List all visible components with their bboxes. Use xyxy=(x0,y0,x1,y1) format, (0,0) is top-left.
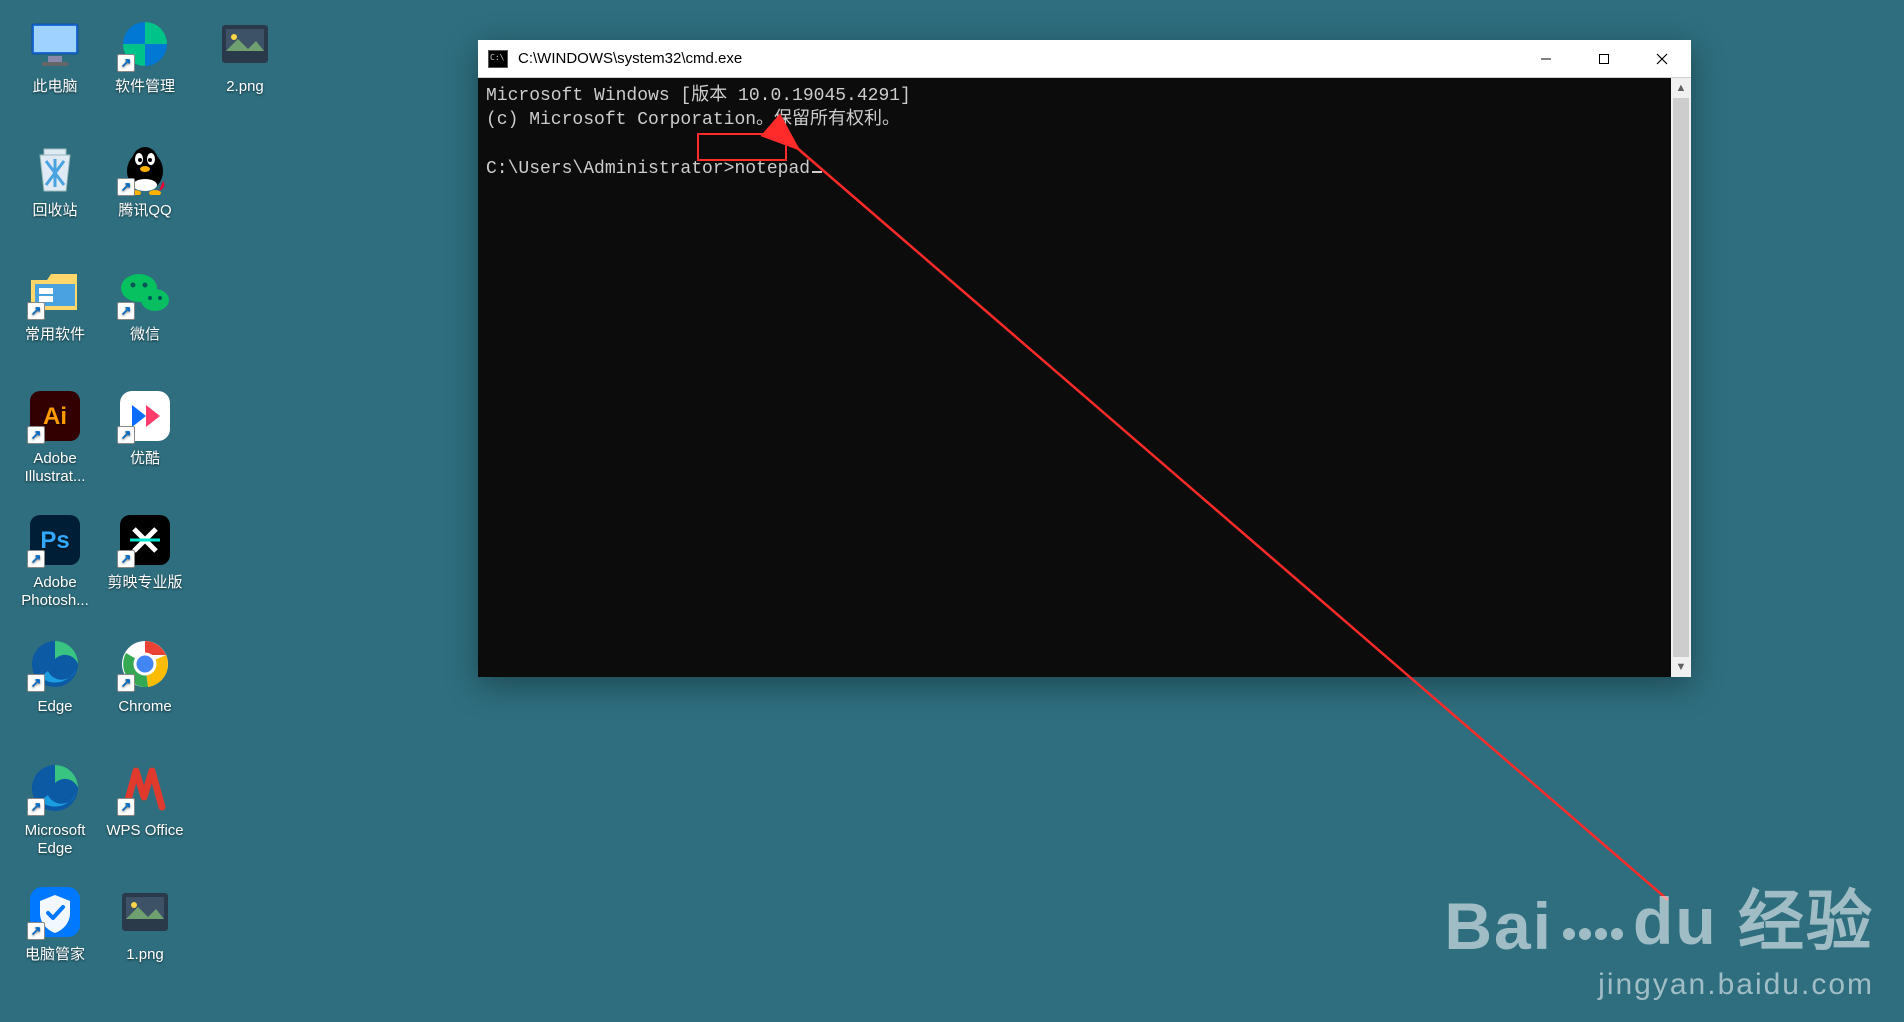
desktop-icon-recycle-bin[interactable]: 回收站 xyxy=(10,140,100,220)
desktop-icon-label: 1.png xyxy=(126,946,164,964)
desktop-icon-pc-manager[interactable]: ↗ 电脑管家 xyxy=(10,884,100,964)
desktop-icon-adobe-illustrator[interactable]: Ai↗ Adobe Illustrat... xyxy=(10,388,100,486)
desktop-icon-wechat[interactable]: ↗ 微信 xyxy=(100,264,190,344)
maximize-icon xyxy=(1598,53,1610,65)
common-software-icon: ↗ xyxy=(27,264,83,320)
cmd-scrollbar[interactable]: ▲ ▼ xyxy=(1671,78,1691,677)
desktop-icon-chrome[interactable]: ↗ Chrome xyxy=(100,636,190,716)
desktop-icon-label: 回收站 xyxy=(32,202,77,220)
desktop-icon-edge[interactable]: ↗ Edge xyxy=(10,636,100,716)
cmd-typed-command: notepad xyxy=(734,159,810,179)
close-icon xyxy=(1656,53,1668,65)
cmd-body[interactable]: Microsoft Windows [版本 10.0.19045.4291] (… xyxy=(478,78,1691,677)
desktop-icon-jianying-pro[interactable]: ↗ 剪映专业版 xyxy=(100,512,190,592)
adobe-photoshop-icon: Ps↗ xyxy=(27,512,83,568)
desktop-icon-this-pc[interactable]: 此电脑 xyxy=(10,16,100,96)
cmd-titlebar[interactable]: C:\WINDOWS\system32\cmd.exe xyxy=(478,40,1691,78)
desktop-icon-label: Adobe Illustrat... xyxy=(10,450,100,486)
desktop-icon-label: 电脑管家 xyxy=(25,946,85,964)
scroll-down-button[interactable]: ▼ xyxy=(1671,657,1691,677)
watermark-text2: du 经验 xyxy=(1633,868,1874,964)
wps-office-icon: ↗ xyxy=(117,760,173,816)
scroll-thumb[interactable] xyxy=(1673,98,1689,657)
desktop-icon-tencent-qq[interactable]: ↗ 腾讯QQ xyxy=(100,140,190,220)
paw-icon xyxy=(1563,928,1623,940)
chrome-icon: ↗ xyxy=(117,636,173,692)
cmd-icon xyxy=(488,50,508,68)
scroll-up-button[interactable]: ▲ xyxy=(1671,78,1691,98)
cmd-output-line2: (c) Microsoft Corporation。保留所有权利。 xyxy=(486,108,1683,132)
this-pc-icon xyxy=(27,16,83,72)
desktop-icon-adobe-photoshop[interactable]: Ps↗ Adobe Photosh... xyxy=(10,512,100,610)
close-button[interactable] xyxy=(1633,40,1691,77)
desktop-icon-label: 腾讯QQ xyxy=(118,202,171,220)
maximize-button[interactable] xyxy=(1575,40,1633,77)
cmd-window: C:\WINDOWS\system32\cmd.exe Microsoft Wi… xyxy=(478,40,1691,677)
svg-text:Ps: Ps xyxy=(40,527,69,554)
edge-icon: ↗ xyxy=(27,636,83,692)
cmd-prompt: C:\Users\Administrator> xyxy=(486,159,734,179)
desktop-icon-label: 2.png xyxy=(226,78,264,96)
desktop-icon-common-software[interactable]: ↗ 常用软件 xyxy=(10,264,100,344)
cmd-output-line1: Microsoft Windows [版本 10.0.19045.4291] xyxy=(486,84,1683,108)
cmd-title-text: C:\WINDOWS\system32\cmd.exe xyxy=(518,50,1517,67)
wechat-icon: ↗ xyxy=(117,264,173,320)
file-1png-icon xyxy=(117,884,173,940)
watermark-text: Bai xyxy=(1444,888,1553,964)
cmd-cursor xyxy=(812,171,822,173)
recycle-bin-icon xyxy=(27,140,83,196)
desktop-icon-label: Microsoft Edge xyxy=(10,822,100,858)
desktop-icon-label: Chrome xyxy=(118,698,171,716)
software-manager-icon: ↗ xyxy=(117,16,173,72)
watermark-url: jingyan.baidu.com xyxy=(1444,968,1874,1002)
desktop-icon-file-2png[interactable]: 2.png xyxy=(200,16,290,96)
desktop-icon-label: 软件管理 xyxy=(115,78,175,96)
tencent-qq-icon: ↗ xyxy=(117,140,173,196)
youku-icon: ↗ xyxy=(117,388,173,444)
desktop-icon-wps-office[interactable]: ↗ WPS Office xyxy=(100,760,190,840)
desktop-icon-label: Edge xyxy=(37,698,72,716)
minimize-icon xyxy=(1540,53,1552,65)
desktop-icon-label: 剪映专业版 xyxy=(107,574,182,592)
microsoft-edge-icon: ↗ xyxy=(27,760,83,816)
adobe-illustrator-icon: Ai↗ xyxy=(27,388,83,444)
desktop-icon-label: WPS Office xyxy=(106,822,183,840)
desktop-icon-label: Adobe Photosh... xyxy=(10,574,100,610)
desktop-icon-label: 常用软件 xyxy=(25,326,85,344)
desktop-icon-label: 此电脑 xyxy=(32,78,77,96)
desktop-icon-youku[interactable]: ↗ 优酷 xyxy=(100,388,190,468)
desktop-icon-label: 微信 xyxy=(130,326,160,344)
file-2png-icon xyxy=(217,16,273,72)
desktop-icon-label: 优酷 xyxy=(130,450,160,468)
cmd-prompt-line: C:\Users\Administrator>notepad xyxy=(486,157,1683,181)
scroll-track[interactable] xyxy=(1671,98,1691,657)
watermark: Bai du 经验 jingyan.baidu.com xyxy=(1444,868,1874,1002)
svg-text:Ai: Ai xyxy=(43,403,67,430)
desktop-icon-software-manager[interactable]: ↗ 软件管理 xyxy=(100,16,190,96)
jianying-pro-icon: ↗ xyxy=(117,512,173,568)
minimize-button[interactable] xyxy=(1517,40,1575,77)
desktop-icon-microsoft-edge[interactable]: ↗ Microsoft Edge xyxy=(10,760,100,858)
desktop-icon-file-1png[interactable]: 1.png xyxy=(100,884,190,964)
pc-manager-icon: ↗ xyxy=(27,884,83,940)
